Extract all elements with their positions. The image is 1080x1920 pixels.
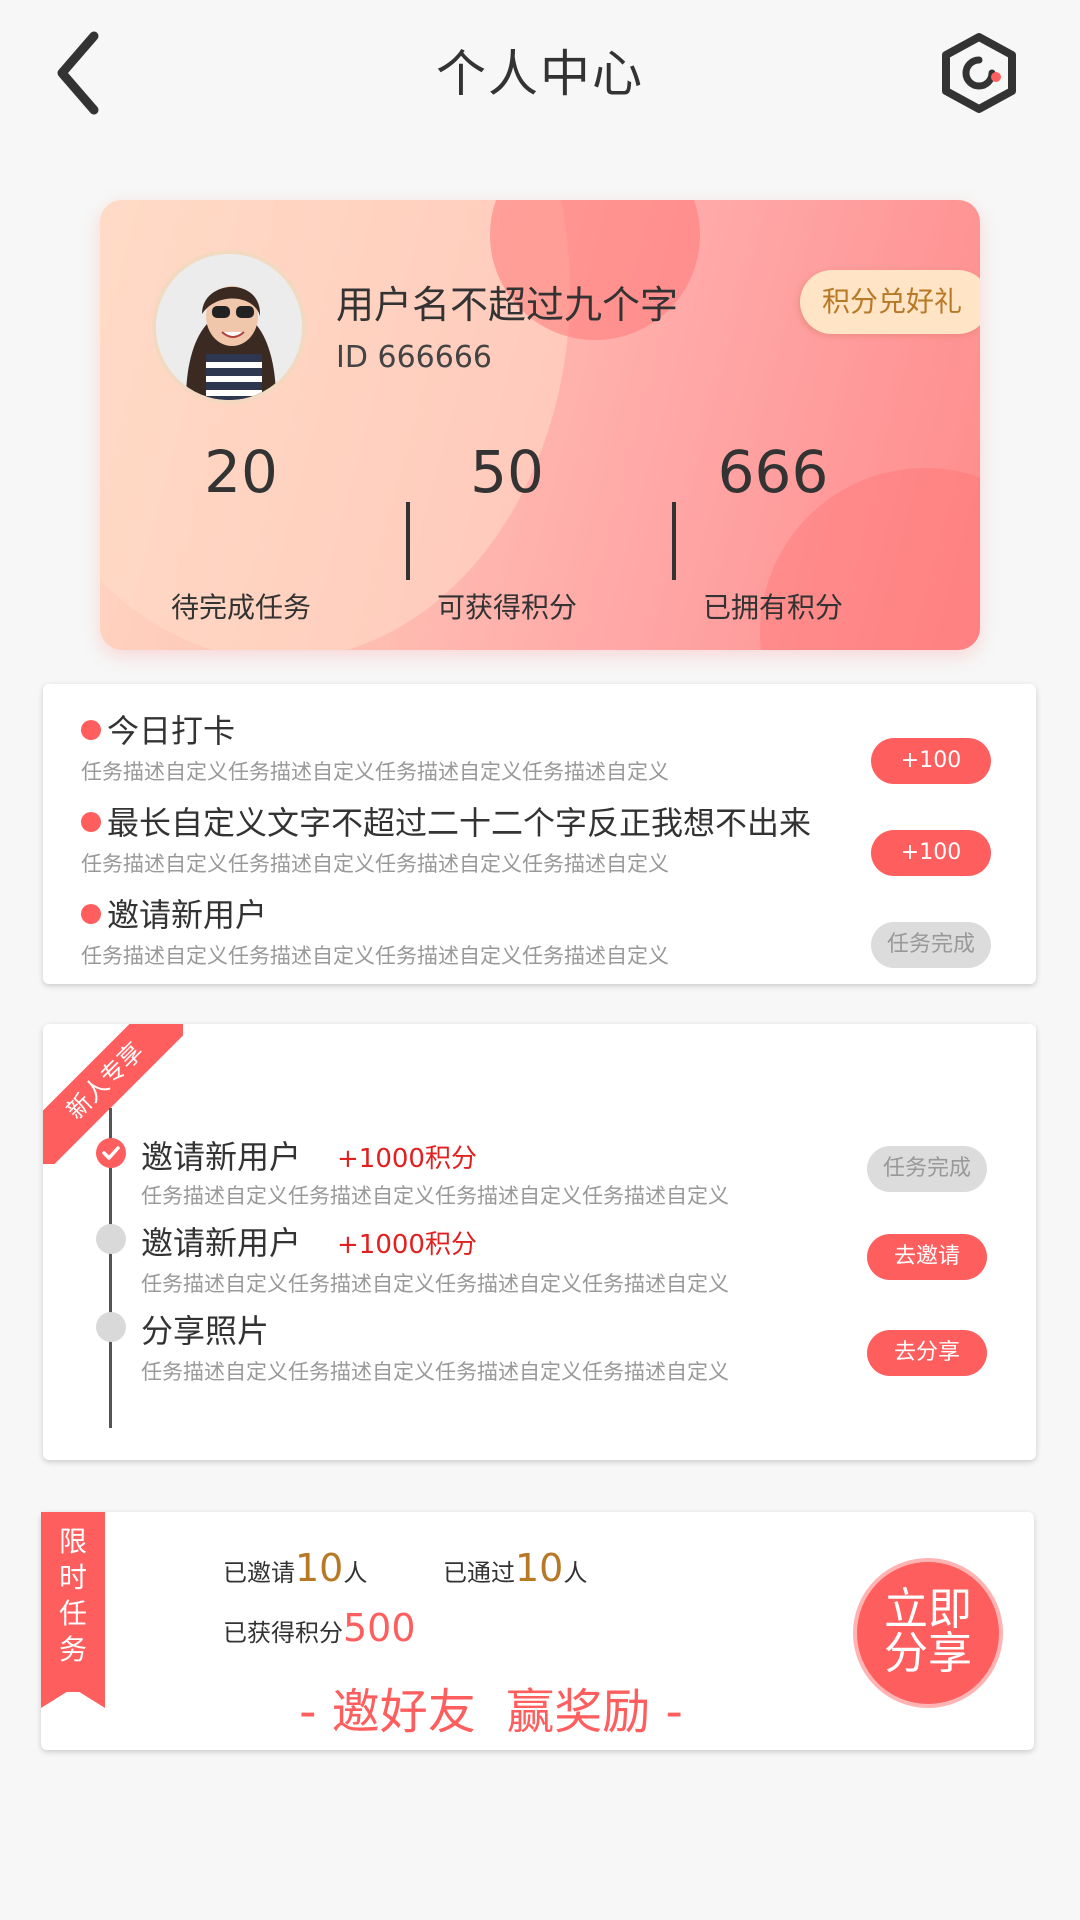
task-title: 最长自定义文字不超过二十二个字反正我想不出来 — [107, 804, 812, 842]
limited-tag: 限 时 任 务 — [41, 1512, 105, 1708]
share-button[interactable]: 去分享 — [867, 1330, 987, 1376]
newbie-task-title: 分享照片 — [141, 1312, 270, 1350]
share-now-button[interactable]: 立即 分享 — [853, 1558, 1003, 1708]
stat-divider — [406, 502, 410, 580]
task-bullet — [81, 720, 101, 740]
stat-pending-tasks-value: 20 — [204, 438, 278, 506]
profile-card: 用户名不超过九个字 ID 666666 积分兑好礼 20 待完成任务 50 可获… — [100, 200, 980, 650]
hexagon-settings-icon — [942, 33, 1016, 113]
earned-points: 500 — [343, 1606, 416, 1650]
task-desc: 任务描述自定义任务描述自定义任务描述自定义任务描述自定义 — [81, 852, 669, 876]
tag-char: 任 — [59, 1597, 88, 1630]
invited-suffix: 人 — [343, 1559, 368, 1587]
earned-stat: 已获得积分500 — [223, 1606, 416, 1650]
task-bullet — [81, 904, 101, 924]
share-now-label: 立即 — [884, 1584, 972, 1635]
task-done-badge: 任务完成 — [871, 922, 991, 968]
invited-count: 10 — [295, 1546, 344, 1590]
task-desc: 任务描述自定义任务描述自定义任务描述自定义任务描述自定义 — [81, 760, 669, 784]
task-desc: 任务描述自定义任务描述自定义任务描述自定义任务描述自定义 — [141, 1360, 729, 1384]
invite-slogan: - 邀好友 赢奖励 - — [299, 1684, 683, 1740]
avatar[interactable] — [152, 250, 306, 404]
page-title: 个人中心 — [436, 45, 644, 103]
stat-available-points-value: 50 — [470, 438, 544, 506]
passed-count: 10 — [515, 1546, 564, 1590]
newbie-task-title: 邀请新用户 — [141, 1138, 302, 1176]
passed-prefix: 已通过 — [443, 1559, 515, 1587]
newbie-task-points: +1000积分 — [337, 1230, 477, 1260]
task-desc: 任务描述自定义任务描述自定义任务描述自定义任务描述自定义 — [141, 1272, 729, 1296]
stat-divider — [672, 502, 676, 580]
tag-char: 限 — [59, 1525, 88, 1558]
task-title: 今日打卡 — [107, 712, 236, 750]
settings-button[interactable] — [940, 32, 1018, 114]
task-bullet — [81, 812, 101, 832]
limited-task-card: 限 时 任 务 已邀请10人 已通过10人 已获得积分500 - 邀好友 赢奖励… — [41, 1512, 1034, 1750]
task-claim-button[interactable]: +100 — [871, 830, 991, 876]
task-desc: 任务描述自定义任务描述自定义任务描述自定义任务描述自定义 — [81, 944, 669, 968]
newbie-task-title: 邀请新用户 — [141, 1224, 302, 1262]
tag-char: 务 — [59, 1633, 88, 1666]
stat-owned-points-value: 666 — [717, 438, 829, 506]
invite-button[interactable]: 去邀请 — [867, 1234, 987, 1280]
stat-pending-tasks-label: 待完成任务 — [170, 591, 311, 624]
tag-char: 时 — [59, 1561, 88, 1594]
check-icon — [96, 1138, 126, 1168]
task-title: 邀请新用户 — [107, 896, 268, 934]
earned-prefix: 已获得积分 — [223, 1619, 343, 1647]
share-now-label: 分享 — [884, 1628, 972, 1679]
newbie-tasks-card: 新人专享 邀请新用户 +1000积分 任务描述自定义任务描述自定义任务描述自定义… — [43, 1024, 1036, 1460]
redeem-gifts-button[interactable]: 积分兑好礼 — [800, 270, 980, 334]
stat-available-points-label: 可获得积分 — [436, 591, 577, 624]
stat-owned-points-label: 已拥有积分 — [702, 591, 843, 624]
invited-stat: 已邀请10人 — [223, 1546, 367, 1590]
passed-stat: 已通过10人 — [443, 1546, 587, 1590]
timeline-dot — [96, 1224, 126, 1254]
newbie-task-points: +1000积分 — [337, 1144, 477, 1174]
user-id: ID 666666 — [336, 340, 493, 375]
task-desc: 任务描述自定义任务描述自定义任务描述自定义任务描述自定义 — [141, 1184, 729, 1208]
timeline-dot — [96, 1312, 126, 1342]
task-done-badge: 任务完成 — [867, 1146, 987, 1192]
invited-prefix: 已邀请 — [223, 1559, 295, 1587]
daily-tasks-card: 今日打卡 任务描述自定义任务描述自定义任务描述自定义任务描述自定义 +100 最… — [43, 684, 1036, 984]
passed-suffix: 人 — [563, 1559, 588, 1587]
username: 用户名不超过九个字 — [336, 283, 679, 327]
task-claim-button[interactable]: +100 — [871, 738, 991, 784]
